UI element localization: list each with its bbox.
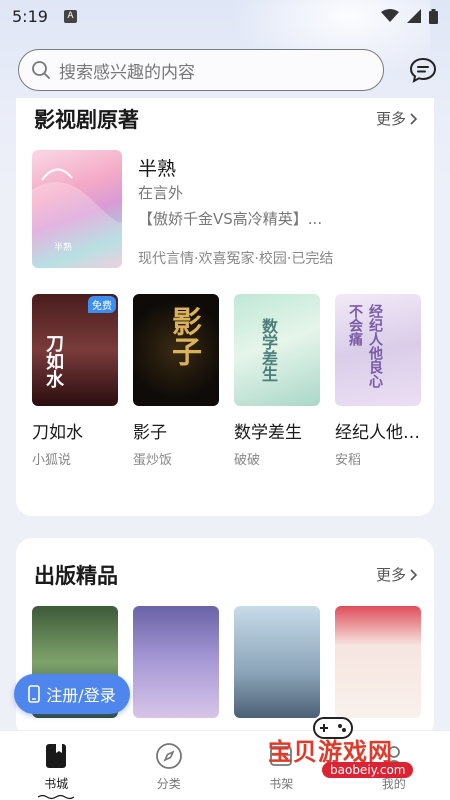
book-item[interactable]: 经纪人他良心不会痛 经纪人他良心不会... 安稻 [335, 294, 421, 468]
tab-category[interactable]: 分类 [113, 731, 226, 800]
book-title: 经纪人他良心不会... [335, 423, 421, 443]
more-label: 更多 [375, 110, 406, 128]
book-cover: 影子 [133, 294, 219, 406]
tab-label: 书架 [269, 777, 294, 791]
book-cover [234, 606, 320, 718]
search-placeholder: 搜索感兴趣的内容 [59, 62, 195, 83]
featured-description: 【傲娇千金VS高冷精英】... [138, 210, 323, 228]
status-bar: 5:19 A [0, 0, 450, 32]
book-title: 数学差生 [234, 423, 302, 443]
book-item[interactable] [234, 606, 320, 718]
cover-title: 刀如水 [43, 334, 64, 388]
book-author: 安稻 [335, 453, 362, 468]
featured-author: 在言外 [138, 184, 184, 202]
chevron-right-icon [410, 112, 418, 125]
tab-bookstore[interactable]: 书城 [0, 731, 113, 800]
book-icon [46, 744, 67, 768]
free-badge: 免费 [88, 296, 116, 313]
book-author: 蛋炒饭 [133, 453, 173, 468]
more-link[interactable]: 更多 [376, 564, 418, 585]
search-input[interactable]: 搜索感兴趣的内容 [18, 49, 384, 91]
book-cover: 数学差生 [234, 294, 320, 406]
book-item[interactable] [133, 606, 219, 718]
cover-art: 半熟 [32, 168, 122, 268]
active-indicator [38, 794, 75, 800]
book-author: 小狐说 [32, 453, 72, 468]
more-link[interactable]: 更多 [376, 108, 418, 129]
book-cover: 经纪人他良心不会痛 [335, 294, 421, 406]
notification-icon: A [63, 9, 77, 23]
cover-title: 数学差生 [259, 318, 278, 382]
tab-label: 书城 [44, 777, 69, 791]
cover-title: 影子 [166, 306, 201, 366]
tab-label: 分类 [156, 777, 181, 791]
book-cover [335, 606, 421, 718]
section-title: 影视剧原著 [34, 108, 139, 132]
featured-tags: 现代言情·欢喜冤家·校园·已完结 [138, 251, 334, 267]
featured-title[interactable]: 半熟 [138, 154, 176, 181]
book-title: 影子 [133, 423, 167, 443]
watermark-url: baobeiy.com [322, 762, 414, 778]
phone-icon [28, 685, 41, 703]
svg-text:半熟: 半熟 [54, 241, 72, 253]
chat-bubble-icon [409, 57, 437, 83]
section-title: 出版精品 [34, 564, 118, 588]
adaptation-section: 影视剧原著 更多 半熟 半熟 在言外 【傲娇千金VS高冷精英】... 现代言情·… [16, 98, 434, 516]
more-label: 更多 [375, 566, 406, 584]
register-login-button[interactable]: 注册/登录 [14, 674, 130, 714]
wifi-icon [381, 9, 399, 22]
book-row: 免费 刀如水 刀如水 小狐说 影子 影子 蛋炒饭 数学差生 数学差生 破破 经纪… [32, 294, 421, 468]
search-icon [32, 61, 50, 79]
featured-book-cover[interactable]: 半熟 [32, 150, 122, 268]
book-item[interactable] [335, 606, 421, 718]
book-title: 刀如水 [32, 423, 83, 443]
search-row: 搜索感兴趣的内容 [18, 48, 438, 92]
signal-icon [407, 9, 421, 23]
book-cover [133, 606, 219, 718]
book-item[interactable]: 免费 刀如水 刀如水 小狐说 [32, 294, 118, 468]
book-cover: 免费 刀如水 [32, 294, 118, 406]
cover-title: 经纪人他良心不会痛 [347, 304, 383, 388]
book-item[interactable]: 影子 影子 蛋炒饭 [133, 294, 219, 468]
battery-icon [429, 8, 438, 24]
book-item[interactable]: 数学差生 数学差生 破破 [234, 294, 320, 468]
book-author: 破破 [234, 453, 261, 468]
status-time: 5:19 [12, 6, 48, 26]
compass-icon [155, 743, 182, 769]
message-button[interactable] [408, 55, 438, 85]
chevron-right-icon [410, 568, 418, 581]
login-label: 注册/登录 [46, 686, 116, 705]
